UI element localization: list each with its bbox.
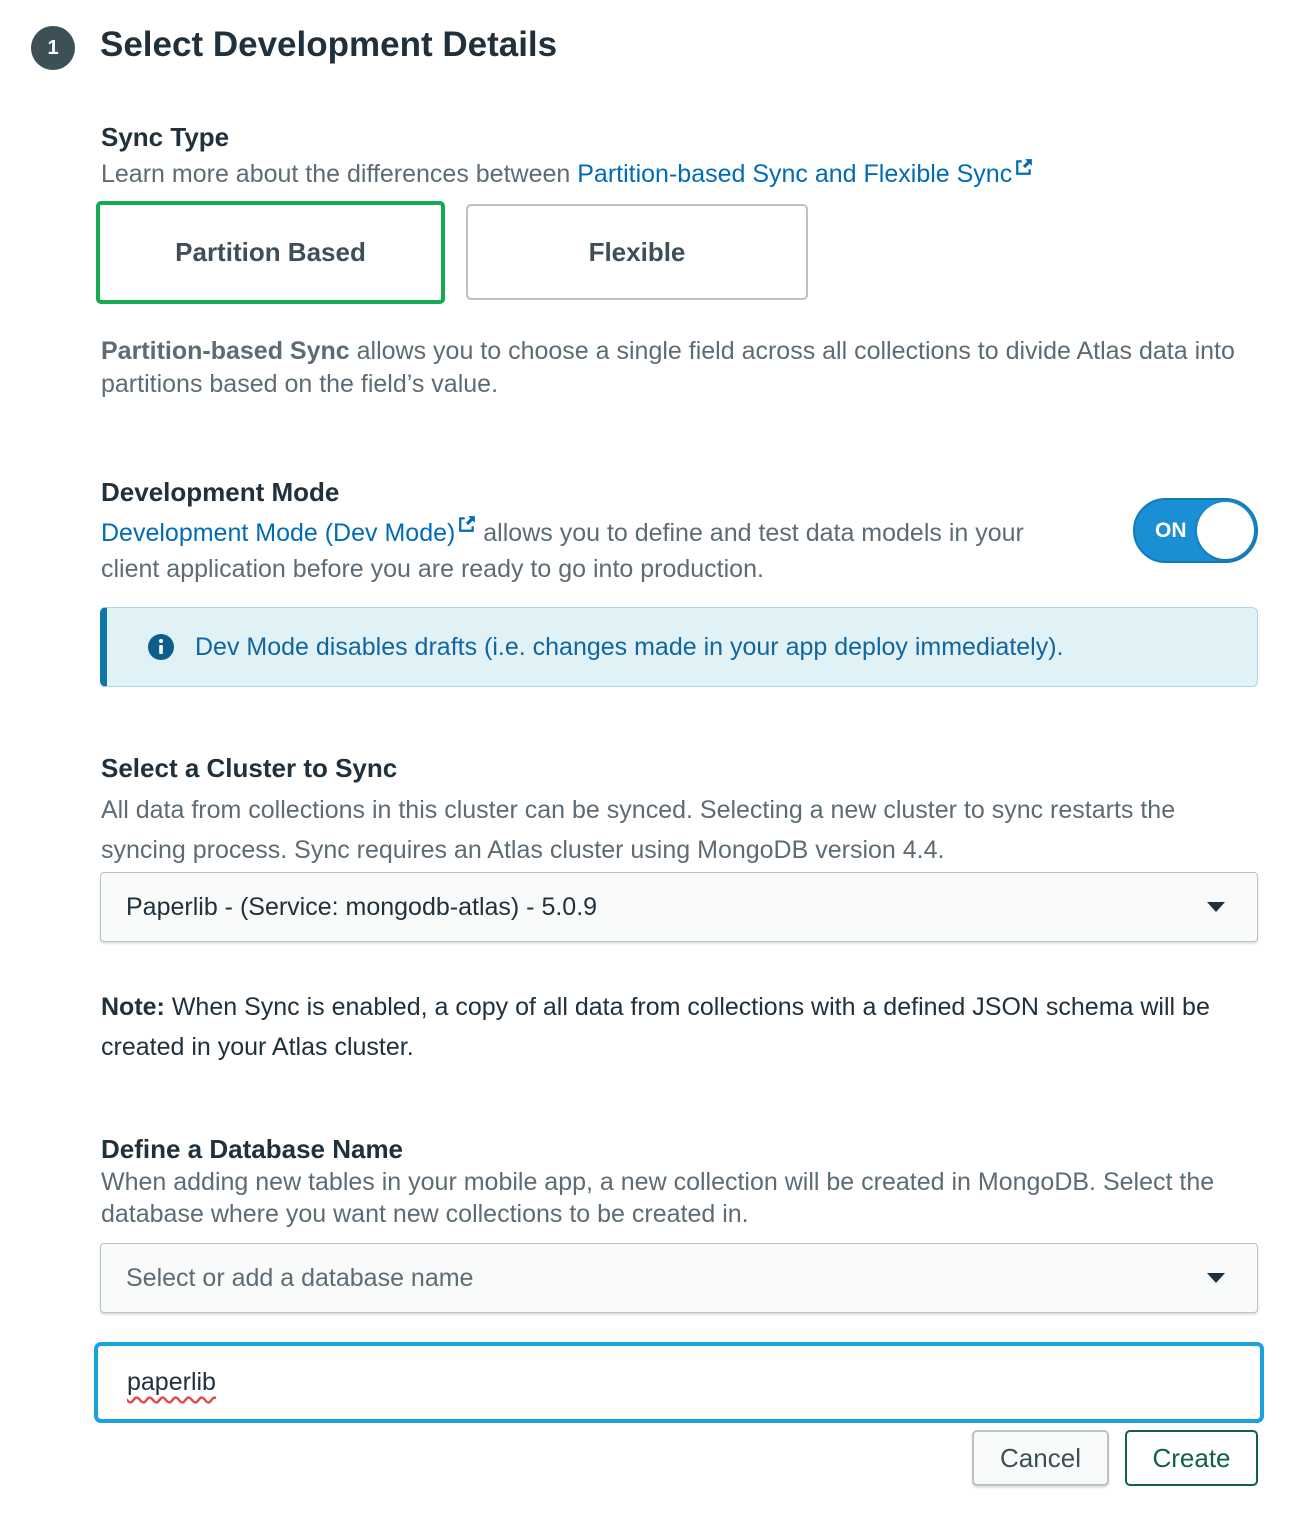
database-title: Define a Database Name xyxy=(101,1134,404,1164)
sync-type-explanation: Partition-based Sync allows you to choos… xyxy=(101,335,1241,401)
dev-mode-toggle[interactable]: ON xyxy=(1133,498,1258,563)
database-name-input-value[interactable]: paperlib xyxy=(127,1368,216,1397)
cluster-description: All data from collections in this cluste… xyxy=(101,796,1176,864)
database-select-placeholder: Select or add a database name xyxy=(126,1263,474,1292)
dev-mode-description: Development Mode (Dev Mode) allows you t… xyxy=(101,515,1061,587)
dev-mode-info-banner: Dev Mode disables drafts (i.e. changes m… xyxy=(100,607,1258,687)
cluster-select-value: Paperlib - (Service: mongodb-atlas) - 5.… xyxy=(126,892,598,921)
database-name-input[interactable]: paperlib xyxy=(94,1342,1264,1423)
page-title: Select Development Details xyxy=(100,25,558,64)
note-label: Note: xyxy=(101,993,165,1021)
toggle-knob xyxy=(1197,502,1254,559)
external-link-icon[interactable] xyxy=(1015,158,1033,176)
sync-note: Note: When Sync is enabled, a copy of al… xyxy=(101,987,1271,1067)
info-banner-text: Dev Mode disables drafts (i.e. changes m… xyxy=(195,632,1064,661)
database-description: When adding new tables in your mobile ap… xyxy=(101,1168,1215,1228)
dev-mode-title: Development Mode xyxy=(101,477,340,507)
toggle-on-label: ON xyxy=(1155,519,1187,542)
chevron-down-icon xyxy=(1207,902,1225,912)
cluster-select[interactable]: Paperlib - (Service: mongodb-atlas) - 5.… xyxy=(100,872,1258,942)
sync-type-explanation-bold: Partition-based Sync xyxy=(101,337,350,365)
external-link-icon[interactable] xyxy=(458,515,476,533)
flexible-option[interactable]: Flexible xyxy=(466,204,808,300)
info-icon xyxy=(148,634,174,660)
partition-based-option[interactable]: Partition Based xyxy=(96,201,445,304)
cancel-button[interactable]: Cancel xyxy=(972,1430,1109,1486)
step-number-badge: 1 xyxy=(31,26,75,70)
database-select[interactable]: Select or add a database name xyxy=(100,1243,1258,1313)
dev-mode-docs-link[interactable]: Development Mode (Dev Mode) xyxy=(101,519,455,547)
sync-type-title: Sync Type xyxy=(101,122,230,152)
sync-type-description: Learn more about the differences between… xyxy=(101,158,1033,191)
note-text: When Sync is enabled, a copy of all data… xyxy=(101,993,1210,1061)
cluster-title: Select a Cluster to Sync xyxy=(101,753,398,783)
sync-type-docs-link[interactable]: Partition-based Sync and Flexible Sync xyxy=(577,160,1012,188)
create-button[interactable]: Create xyxy=(1125,1430,1258,1486)
sync-type-desc-text: Learn more about the differences between xyxy=(101,160,578,188)
chevron-down-icon xyxy=(1207,1273,1225,1283)
